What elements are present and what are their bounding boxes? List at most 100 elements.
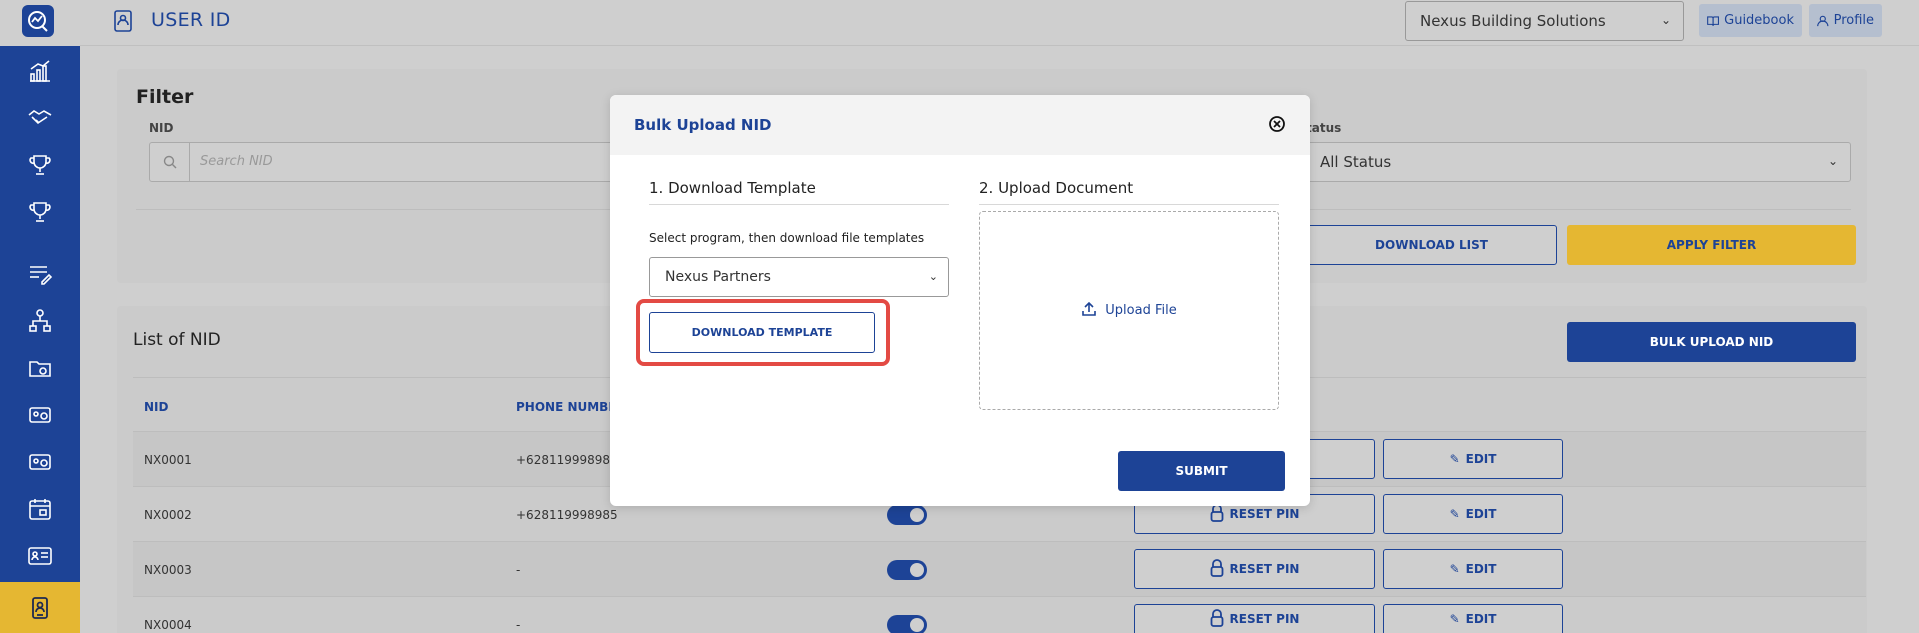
row-phone: +628119998985 — [516, 453, 618, 467]
modal-header: Bulk Upload NID — [610, 95, 1310, 155]
trophy-icon — [29, 201, 51, 222]
section-divider — [649, 204, 949, 205]
upload-file-label: Upload File — [1105, 303, 1177, 318]
submit-button[interactable]: SUBMIT — [1118, 451, 1285, 491]
calendar-icon — [29, 498, 51, 520]
lock-icon — [1210, 558, 1224, 580]
chevron-down-icon: ⌄ — [1827, 154, 1838, 168]
reset-pin-label: RESET PIN — [1229, 507, 1300, 521]
edit-button[interactable]: ✎ EDIT — [1383, 494, 1563, 534]
id-card-icon — [28, 546, 52, 565]
row-nid: NX0004 — [144, 618, 192, 632]
chevron-down-icon: ⌄ — [928, 270, 938, 283]
upload-icon — [1081, 301, 1097, 321]
sidebar-item-rewards[interactable] — [0, 141, 80, 188]
edit-label: EDIT — [1465, 507, 1497, 521]
nid-label: NID — [149, 121, 174, 135]
reset-pin-label: RESET PIN — [1229, 562, 1300, 576]
edit-button[interactable]: ✎ EDIT — [1383, 604, 1563, 633]
edit-label: EDIT — [1465, 452, 1497, 466]
bulk-upload-modal: Bulk Upload NID 1. Download Template 2. … — [610, 95, 1310, 506]
upload-document-heading: 2. Upload Document — [979, 179, 1134, 197]
reset-pin-label: RESET PIN — [1229, 612, 1300, 626]
book-icon — [1707, 15, 1719, 26]
lock-icon — [1210, 503, 1224, 525]
status-toggle[interactable] — [887, 615, 927, 633]
edit-label: EDIT — [1465, 562, 1497, 576]
sidebar — [0, 0, 80, 633]
row-nid: NX0001 — [144, 453, 192, 467]
logo-area — [0, 0, 80, 46]
app-logo[interactable] — [22, 5, 54, 37]
program-select[interactable]: Nexus Partners ⌄ — [649, 257, 949, 297]
user-icon — [1817, 15, 1829, 26]
close-icon[interactable] — [1268, 115, 1286, 133]
list-title: List of NID — [133, 330, 221, 350]
sidebar-item-dashboard[interactable] — [0, 47, 80, 94]
nid-search-input[interactable]: Search NID — [149, 142, 619, 182]
row-nid: NX0003 — [144, 563, 192, 577]
guidebook-label: Guidebook — [1724, 13, 1794, 28]
chevron-down-icon: ⌄ — [1660, 13, 1671, 27]
pencil-icon: ✎ — [1449, 612, 1460, 626]
status-select-value: All Status — [1320, 153, 1392, 171]
sidebar-item-badges[interactable] — [0, 391, 80, 438]
reset-pin-button[interactable]: RESET PIN — [1134, 604, 1375, 633]
page-title: USER ID — [151, 9, 231, 31]
trophy-icon — [29, 154, 51, 175]
edit-button[interactable]: ✎ EDIT — [1383, 439, 1563, 479]
profile-label: Profile — [1833, 13, 1874, 28]
section-divider — [979, 204, 1279, 205]
badge-settings-icon — [29, 406, 51, 423]
top-bar: USER ID Nexus Building Solutions ⌄ Guide… — [80, 0, 1919, 46]
table-row — [133, 541, 1866, 596]
sidebar-item-organization[interactable] — [0, 297, 80, 344]
badge-settings-icon — [29, 453, 51, 470]
guidebook-button[interactable]: Guidebook — [1699, 4, 1802, 37]
nid-search-placeholder: Search NID — [200, 154, 273, 169]
template-hint: Select program, then download file templ… — [649, 231, 925, 245]
row-phone: - — [516, 563, 521, 577]
sidebar-item-partners[interactable] — [0, 94, 80, 141]
company-select[interactable]: Nexus Building Solutions ⌄ — [1405, 1, 1684, 41]
search-icon — [150, 143, 190, 181]
folder-settings-icon — [29, 360, 51, 377]
download-template-button[interactable]: DOWNLOAD TEMPLATE — [649, 312, 875, 353]
row-nid: NX0002 — [144, 508, 192, 522]
upload-dropzone[interactable]: Upload File — [979, 211, 1279, 410]
status-toggle[interactable] — [887, 505, 927, 525]
sidebar-item-calendar[interactable] — [0, 485, 80, 532]
pencil-icon: ✎ — [1449, 562, 1460, 576]
chart-growth-icon — [30, 59, 50, 82]
list-edit-icon — [30, 265, 53, 285]
row-phone: +628119998985 — [516, 508, 618, 522]
sidebar-item-id-cards[interactable] — [0, 532, 80, 579]
user-id-icon — [32, 596, 48, 619]
hierarchy-icon — [29, 308, 51, 332]
handshake-icon — [28, 109, 52, 124]
lock-icon — [1210, 608, 1224, 630]
download-list-button[interactable]: DOWNLOAD LIST — [1306, 225, 1557, 265]
pencil-icon: ✎ — [1449, 507, 1460, 521]
sidebar-item-certificates[interactable] — [0, 438, 80, 485]
status-label: tatus — [1306, 121, 1342, 135]
profile-button[interactable]: Profile — [1809, 4, 1882, 37]
logo-icon — [28, 11, 48, 32]
sidebar-item-files[interactable] — [0, 344, 80, 391]
sidebar-item-user-id[interactable] — [0, 582, 80, 633]
status-toggle[interactable] — [887, 560, 927, 580]
sidebar-item-tasks[interactable] — [0, 250, 80, 297]
row-phone: - — [516, 618, 521, 632]
edit-button[interactable]: ✎ EDIT — [1383, 549, 1563, 589]
apply-filter-button[interactable]: APPLY FILTER — [1567, 225, 1856, 265]
program-select-value: Nexus Partners — [665, 269, 771, 285]
status-select[interactable]: All Status ⌄ — [1306, 142, 1851, 182]
company-select-value: Nexus Building Solutions — [1420, 12, 1606, 30]
filter-title: Filter — [136, 86, 194, 108]
bulk-upload-nid-button[interactable]: BULK UPLOAD NID — [1567, 322, 1856, 362]
pencil-icon: ✎ — [1449, 452, 1460, 466]
reset-pin-button[interactable]: RESET PIN — [1134, 549, 1375, 589]
user-id-icon — [114, 10, 132, 36]
sidebar-item-achievements[interactable] — [0, 188, 80, 235]
column-header-nid: NID — [144, 400, 169, 414]
